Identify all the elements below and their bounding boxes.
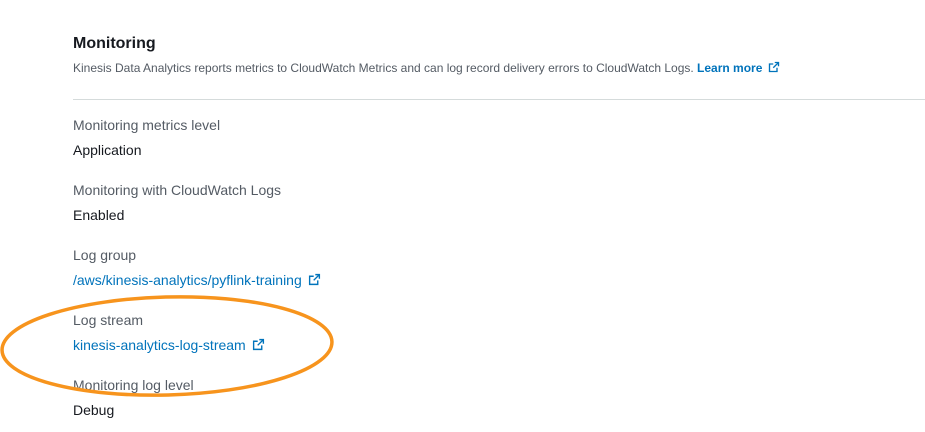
section-divider bbox=[73, 99, 925, 100]
external-link-icon bbox=[768, 61, 780, 73]
learn-more-link[interactable]: Learn more bbox=[697, 61, 780, 75]
field-label: Log group bbox=[73, 247, 137, 263]
field-label: Monitoring metrics level bbox=[73, 117, 221, 133]
field-value: Enabled bbox=[73, 207, 125, 223]
field-label: Monitoring log level bbox=[73, 377, 194, 393]
section-description: Kinesis Data Analytics reports metrics t… bbox=[73, 61, 780, 75]
learn-more-label: Learn more bbox=[697, 61, 763, 75]
description-text: Kinesis Data Analytics reports metrics t… bbox=[73, 61, 694, 75]
monitoring-section: Monitoring Kinesis Data Analytics report… bbox=[73, 0, 925, 432]
log-group-link-text: /aws/kinesis-analytics/pyflink-training bbox=[73, 272, 302, 288]
field-log-group: Log group /aws/kinesis-analytics/pyflink… bbox=[73, 247, 853, 290]
log-group-link[interactable]: /aws/kinesis-analytics/pyflink-training bbox=[73, 272, 321, 289]
field-value: Debug bbox=[73, 402, 115, 418]
field-label: Monitoring with CloudWatch Logs bbox=[73, 182, 282, 198]
log-stream-link[interactable]: kinesis-analytics-log-stream bbox=[73, 337, 265, 354]
field-cloudwatch-logs: Monitoring with CloudWatch Logs Enabled bbox=[73, 182, 853, 224]
field-label: Log stream bbox=[73, 312, 144, 328]
field-log-stream: Log stream kinesis-analytics-log-stream bbox=[73, 312, 853, 355]
field-value: Application bbox=[73, 142, 142, 158]
section-title: Monitoring bbox=[73, 35, 156, 52]
field-monitoring-log-level: Monitoring log level Debug bbox=[73, 377, 853, 419]
field-monitoring-metrics-level: Monitoring metrics level Application bbox=[73, 117, 853, 159]
external-link-icon bbox=[308, 273, 321, 286]
log-stream-link-text: kinesis-analytics-log-stream bbox=[73, 337, 246, 353]
external-link-icon bbox=[252, 338, 265, 351]
